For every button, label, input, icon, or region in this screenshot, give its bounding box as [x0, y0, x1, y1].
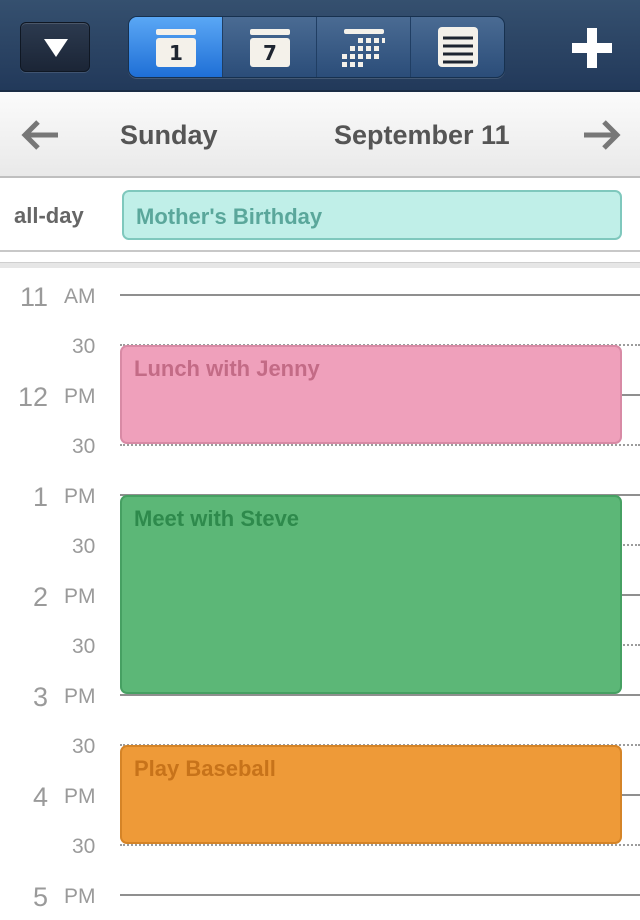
hour-label: 11: [19, 282, 48, 312]
hour-label: 3: [32, 682, 48, 712]
arrow-right-icon[interactable]: [582, 118, 622, 152]
week-calendar-icon: 7: [249, 29, 290, 67]
week-view-tab[interactable]: 7: [222, 17, 316, 77]
ampm-label: PM: [64, 385, 96, 408]
hour-label: 4: [32, 782, 48, 812]
menu-button[interactable]: [20, 22, 90, 72]
ampm-label: AM: [64, 285, 96, 308]
all-day-event-title: Mother's Birthday: [136, 204, 323, 229]
hour-line: [120, 894, 640, 896]
all-day-label: all-day: [14, 203, 84, 228]
half-hour-label: 30: [72, 335, 96, 358]
event-title: Lunch with Jenny: [134, 356, 320, 381]
hour-label: 1: [32, 482, 48, 512]
ampm-label: PM: [64, 485, 96, 508]
hour-label: 5: [32, 882, 48, 912]
event-play-baseball[interactable]: Play Baseball: [120, 745, 622, 844]
list-icon: [437, 27, 478, 67]
half-hour-label: 30: [72, 535, 96, 558]
date-navigation: Sunday September 11: [0, 92, 640, 178]
day-view-tab[interactable]: 1: [129, 17, 222, 77]
all-day-event[interactable]: Mother's Birthday: [122, 190, 622, 240]
ampm-label: PM: [64, 785, 96, 808]
event-meet-with-steve[interactable]: Meet with Steve: [120, 495, 622, 694]
current-date: September 11: [334, 120, 510, 150]
event-title: Play Baseball: [134, 756, 276, 781]
hour-line: [120, 294, 640, 296]
half-hour-line: [120, 444, 640, 446]
all-day-row: all-day Mother's Birthday: [0, 178, 640, 252]
hour-line: [120, 694, 640, 696]
day-calendar-icon: 1: [155, 29, 196, 67]
day-name: Sunday: [120, 120, 218, 150]
hour-label: 2: [32, 582, 48, 612]
half-hour-line: [120, 844, 640, 846]
half-hour-label: 30: [72, 635, 96, 658]
half-hour-label: 30: [72, 435, 96, 458]
month-view-tab[interactable]: [316, 17, 410, 77]
arrow-left-icon[interactable]: [20, 118, 60, 152]
hour-label: 12: [17, 382, 48, 412]
view-switcher: 1 7: [128, 16, 505, 78]
time-grid[interactable]: 11 AM 30 12 PM 30 1 PM 30 2 PM 30 3 PM 3…: [0, 268, 640, 920]
ampm-label: PM: [64, 585, 96, 608]
month-grid-icon: [341, 29, 385, 67]
event-lunch-with-jenny[interactable]: Lunch with Jenny: [120, 345, 622, 444]
ampm-label: PM: [64, 885, 96, 908]
top-toolbar: 1 7: [0, 0, 640, 92]
ampm-label: PM: [64, 685, 96, 708]
plus-icon[interactable]: [568, 24, 616, 72]
list-view-tab[interactable]: [410, 17, 504, 77]
week-view-number: 7: [263, 41, 277, 65]
day-view-number: 1: [169, 41, 183, 65]
event-title: Meet with Steve: [134, 506, 300, 531]
triangle-down-icon: [44, 39, 68, 57]
half-hour-label: 30: [72, 735, 96, 758]
half-hour-label: 30: [72, 835, 96, 858]
